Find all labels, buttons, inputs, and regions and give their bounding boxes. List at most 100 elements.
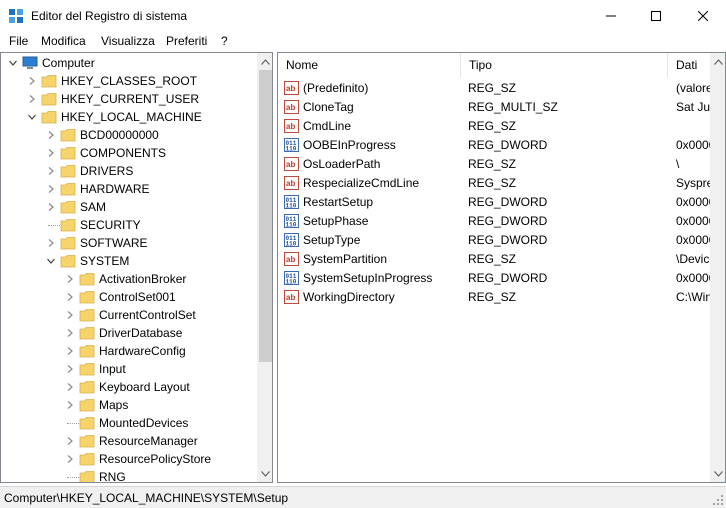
tree-item[interactable]: ActivationBroker (1, 270, 259, 288)
value-data: 0x000000 (676, 233, 710, 247)
folder-icon (60, 237, 76, 250)
tree-item[interactable]: RNG (1, 468, 259, 483)
tree-item[interactable]: HKEY_CLASSES_ROOT (1, 72, 259, 90)
tree-item[interactable]: SAM (1, 198, 259, 216)
tree-item[interactable]: SECURITY (1, 216, 259, 234)
values-scroll-up-button[interactable] (710, 53, 725, 70)
tree-item[interactable]: DRIVERS (1, 162, 259, 180)
chevron-right-icon[interactable] (66, 437, 74, 445)
column-header-name[interactable]: Nome (278, 53, 461, 77)
minimize-button[interactable] (588, 0, 634, 31)
value-row[interactable]: 011110 RestartSetup REG_DWORD 0x000000 (278, 192, 725, 211)
folder-icon (79, 453, 95, 466)
tree-item[interactable]: HKEY_LOCAL_MACHINE (1, 108, 259, 126)
chevron-right-icon[interactable] (66, 383, 74, 391)
value-row[interactable]: ab WorkingDirectory REG_SZ C:\Windo (278, 287, 725, 306)
tree-connector (48, 225, 60, 226)
registry-tree[interactable]: Computer HKEY_CLASSES_ROOT HKEY_CURRENT_US… (0, 52, 273, 483)
tree-item[interactable]: CurrentControlSet (1, 306, 259, 324)
value-name: CloneTag (303, 100, 354, 114)
tree-item[interactable]: Keyboard Layout (1, 378, 259, 396)
tree-item[interactable]: ResourcePolicyStore (1, 450, 259, 468)
chevron-right-icon[interactable] (28, 95, 36, 103)
tree-item[interactable]: SYSTEM (1, 252, 259, 270)
value-row[interactable]: 011110 SetupType REG_DWORD 0x000000 (278, 230, 725, 249)
value-type: REG_DWORD (468, 195, 548, 209)
values-scroll-down-button[interactable] (710, 465, 725, 482)
value-row[interactable]: 011110 OOBEInProgress REG_DWORD 0x000000 (278, 135, 725, 154)
chevron-right-icon[interactable] (66, 311, 74, 319)
tree-item[interactable]: HARDWARE (1, 180, 259, 198)
tree-item[interactable]: ControlSet001 (1, 288, 259, 306)
chevron-right-icon[interactable] (28, 77, 36, 85)
column-header-type[interactable]: Tipo (461, 53, 668, 77)
value-row[interactable]: 011 110 SystemSetupInProgress REG_DWORD 0x00… (278, 268, 725, 287)
chevron-right-icon[interactable] (47, 167, 55, 175)
chevron-right-icon[interactable] (47, 239, 55, 247)
value-data: 0x000000 (676, 195, 710, 209)
tree-item[interactable]: Maps (1, 396, 259, 414)
scroll-thumb[interactable] (259, 70, 272, 362)
value-row[interactable]: 011110 SetupPhase REG_DWORD 0x000000 (278, 211, 725, 230)
value-row[interactable]: ab CloneTag REG_MULTI_SZ Sat Jul 16 (278, 97, 725, 116)
chevron-right-icon[interactable] (47, 203, 55, 211)
tree-item[interactable]: DriverDatabase (1, 324, 259, 342)
tree-item[interactable]: BCD00000000 (1, 126, 259, 144)
value-type: REG_DWORD (468, 271, 548, 285)
close-button[interactable] (680, 0, 726, 31)
value-data: 0x000000 (676, 271, 710, 285)
chevron-right-icon[interactable] (47, 149, 55, 157)
menu-modifica[interactable]: Modifica (41, 34, 86, 48)
menu-visualizza[interactable]: Visualizza (101, 34, 155, 48)
chevron-right-icon[interactable] (66, 455, 74, 463)
tree-item[interactable]: COMPONENTS (1, 144, 259, 162)
chevron-down-icon[interactable] (47, 257, 55, 265)
maximize-button[interactable] (633, 0, 679, 31)
folder-icon (79, 417, 95, 430)
values-scrollbar[interactable] (710, 53, 725, 482)
menu-file[interactable]: File (9, 34, 28, 48)
folder-icon (79, 309, 95, 322)
tree-item[interactable]: SOFTWARE (1, 234, 259, 252)
scroll-up-button[interactable] (257, 53, 272, 70)
value-name: RestartSetup (303, 195, 374, 209)
menu-help[interactable]: ? (221, 34, 228, 48)
scroll-down-button[interactable] (257, 465, 272, 482)
tree-item-label: Maps (99, 398, 129, 412)
value-row[interactable]: ab CmdLine REG_SZ (278, 116, 725, 135)
value-name: RespecializeCmdLine (303, 176, 420, 190)
folder-icon (60, 183, 76, 196)
value-row[interactable]: ab RespecializeCmdLine REG_SZ Sysprep\ (278, 173, 725, 192)
value-row[interactable]: ab (Predefinito) REG_SZ (valore n (278, 78, 725, 97)
chevron-down-icon[interactable] (28, 113, 36, 121)
tree-item[interactable]: HardwareConfig (1, 342, 259, 360)
chevron-right-icon[interactable] (66, 347, 74, 355)
tree-item[interactable]: HKEY_CURRENT_USER (1, 90, 259, 108)
tree-item[interactable]: Input (1, 360, 259, 378)
value-data: Sysprep\ (676, 176, 710, 190)
chevron-right-icon[interactable] (47, 185, 55, 193)
tree-item[interactable]: MountedDevices (1, 414, 259, 432)
chevron-right-icon[interactable] (66, 293, 74, 301)
chevron-right-icon[interactable] (66, 329, 74, 337)
chevron-right-icon[interactable] (66, 401, 74, 409)
folder-icon (79, 399, 95, 412)
value-row[interactable]: ab OsLoaderPath REG_SZ \ (278, 154, 725, 173)
tree-item[interactable]: ResourceManager (1, 432, 259, 450)
chevron-right-icon[interactable] (66, 275, 74, 283)
string-value-icon: ab (284, 81, 299, 95)
resize-grip-icon[interactable] (712, 494, 724, 506)
chevron-right-icon[interactable] (47, 131, 55, 139)
tree-item-label: RNG (99, 470, 126, 483)
tree-item[interactable]: Computer (1, 54, 259, 72)
svg-text:110: 110 (286, 241, 297, 248)
chevron-down-icon[interactable] (9, 59, 17, 67)
value-row[interactable]: ab SystemPartition REG_SZ \Device\H (278, 249, 725, 268)
chevron-right-icon[interactable] (66, 365, 74, 373)
value-type: REG_SZ (468, 252, 517, 266)
tree-scrollbar[interactable] (257, 53, 272, 482)
menu-preferiti[interactable]: Preferiti (166, 34, 207, 48)
binary-value-icon: 011110 (284, 214, 299, 229)
svg-text:ab: ab (286, 293, 295, 302)
values-list[interactable]: Nome Tipo Dati ab (Predefinito) REG_SZ (val… (277, 52, 726, 483)
